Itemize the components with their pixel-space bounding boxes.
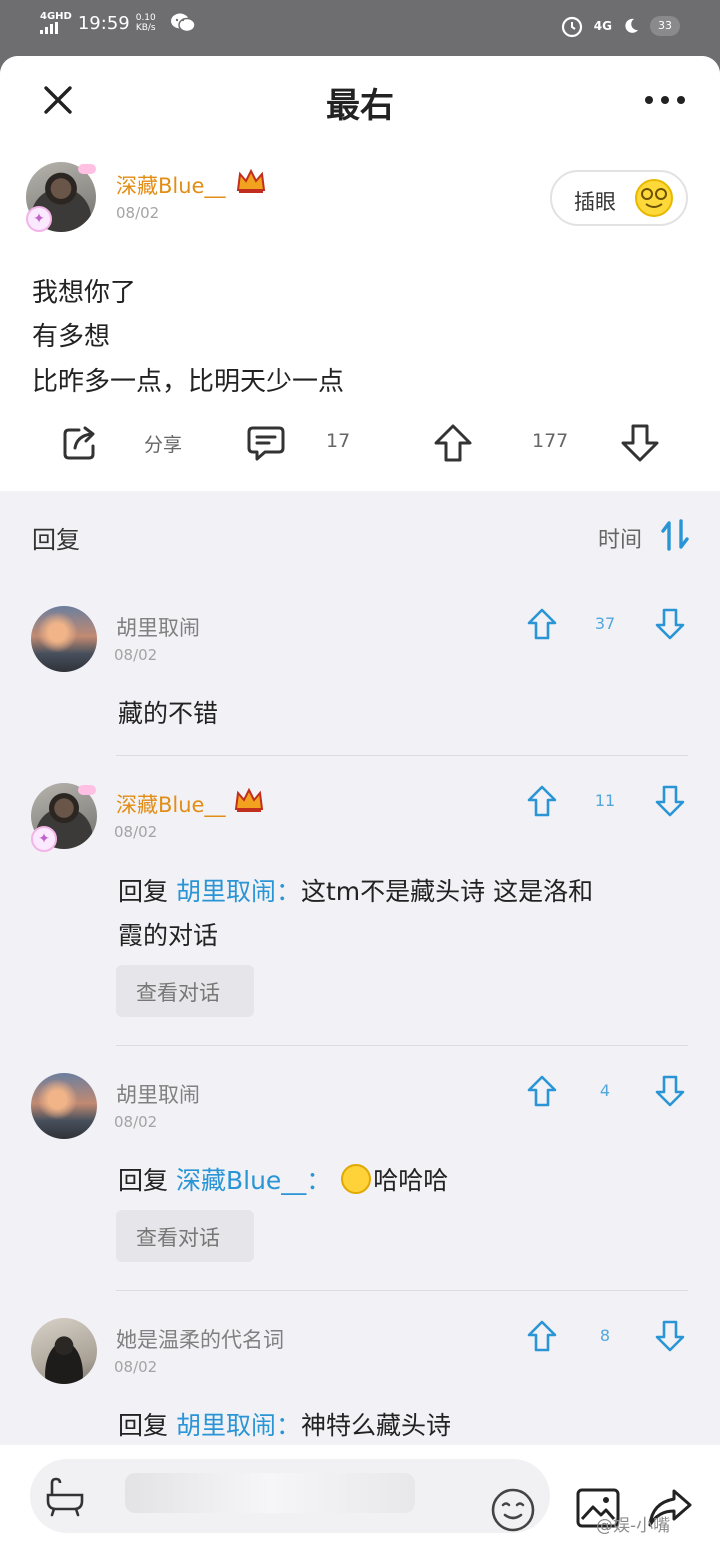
sort-label[interactable]: 时间 [598,522,642,554]
alarm-icon [561,16,582,38]
post-author-name[interactable]: 深藏Blue__ [116,170,225,200]
downvote-icon[interactable] [655,1320,685,1352]
reply-prefix: 回复 [118,877,169,906]
status-left: 4GHD 19:59 0.10 KB/s [40,12,196,34]
comment-avatar[interactable] [31,1073,97,1139]
unicorn-badge-icon: ✦ [26,206,52,232]
mention-separator: ： [275,1411,301,1440]
view-conversation-label: 查看对话 [136,1226,220,1250]
upvote-icon[interactable] [432,422,474,464]
mention-separator: ： [275,877,301,906]
poke-label: 插眼 [574,190,616,214]
vote-count: 4 [599,1081,611,1100]
upvote-icon[interactable] [527,785,557,817]
mention-link[interactable]: 胡里取闹 [176,1411,276,1440]
comment-date: 08/02 [114,1113,158,1131]
page-title: 最右 [326,86,394,126]
downvote-icon[interactable] [619,422,661,464]
battery-indicator: 33 [650,16,680,36]
network-right: 4G [593,19,612,33]
comment-text: 回复 胡里取闹：神特么藏头诗 [118,1406,451,1442]
bathtub-icon [46,1477,84,1517]
net-speed-value: 0.10 [135,13,156,23]
post-date: 08/02 [116,204,160,222]
vote-count: 11 [594,791,616,810]
comment-body: 哈哈哈 [373,1166,449,1195]
post-line-2: 有多想 [32,322,111,352]
comment-date: 08/02 [114,823,158,841]
comment-icon[interactable] [245,422,287,464]
poke-emoji-icon [635,179,673,217]
post-card: 最右 ✦ 深藏Blue__ 08/02 插眼 我想你了 有多想 比昨多一点，比明… [0,56,720,491]
comment-text-line2: 霞的对话 [118,921,219,950]
moon-icon [625,18,638,33]
comment-input[interactable] [30,1459,550,1533]
emoji-picker-icon[interactable] [490,1487,536,1533]
share-icon[interactable] [59,422,101,464]
poke-button[interactable]: 插眼 [550,170,688,226]
vote-count: 8 [599,1326,611,1345]
comment-body: 这tm不是藏头诗 这是洛和 [301,877,594,906]
avatar-ribbon [78,164,96,174]
wechat-icon [170,13,196,33]
vote-count: 37 [594,614,616,633]
comment-body: 神特么藏头诗 [301,1411,452,1440]
crown-icon [236,168,266,193]
net-speed-unit: KB/s [135,23,156,33]
comment-text: 藏的不错 [118,699,219,728]
upvote-count: 177 [532,430,569,452]
bottom-bar: @娱-小嘴 [0,1445,720,1544]
mention-link[interactable]: 深藏Blue__ [176,1166,306,1195]
share-label[interactable]: 分享 [144,430,182,457]
status-right: 4G 33 [560,14,680,38]
laughing-emoji-icon [341,1164,372,1194]
post-line-3: 比昨多一点，比明天少一点 [32,367,345,397]
upvote-icon[interactable] [527,1320,557,1352]
signal-indicator: 4GHD [40,12,72,34]
replies-title: 回复 [32,526,80,554]
sort-icon[interactable] [661,519,689,551]
avatar-ribbon [78,785,96,795]
input-placeholder-blur [125,1473,415,1513]
divider [116,755,688,756]
clock: 19:59 [77,12,130,34]
reply-prefix: 回复 [118,1166,169,1195]
downvote-icon[interactable] [655,1075,685,1107]
downvote-icon[interactable] [655,785,685,817]
mention-link[interactable]: 胡里取闹 [176,877,276,906]
status-bar: 4GHD 19:59 0.10 KB/s 4G 33 [0,0,720,56]
signal-bars-icon [40,22,58,34]
watermark: @娱-小嘴 [596,1516,671,1536]
comment-text: 回复 深藏Blue__： 哈哈哈 [118,1161,448,1197]
view-conversation-button[interactable]: 查看对话 [116,1210,254,1262]
post-line-1: 我想你了 [32,278,137,308]
comment-avatar[interactable] [31,1318,97,1384]
comment-author[interactable]: 她是温柔的代名词 [116,1324,284,1354]
comment-count: 17 [326,430,351,452]
net-speed: 0.10 KB/s [136,13,156,33]
comment-author[interactable]: 胡里取闹 [116,1079,200,1109]
downvote-icon[interactable] [655,608,685,640]
comment-avatar[interactable] [31,606,97,672]
mention-separator: ： [306,1166,332,1195]
network-type: 4GHD [40,11,72,22]
comment-date: 08/02 [114,646,158,664]
comment-author[interactable]: 胡里取闹 [116,612,200,642]
upvote-icon[interactable] [527,608,557,640]
more-icon[interactable] [642,90,688,110]
divider [116,1290,688,1291]
divider [116,1045,688,1046]
view-conversation-label: 查看对话 [136,981,220,1005]
reply-prefix: 回复 [118,1411,169,1440]
comment-sheet: 最右 ✦ 深藏Blue__ 08/02 插眼 我想你了 有多想 比昨多一点，比明… [0,56,720,1544]
unicorn-badge-icon: ✦ [31,826,57,852]
comment-author[interactable]: 深藏Blue__ [116,789,225,819]
comment-text: 回复 胡里取闹：这tm不是藏头诗 这是洛和 [118,872,593,908]
view-conversation-button[interactable]: 查看对话 [116,965,254,1017]
comment-date: 08/02 [114,1358,158,1376]
crown-icon [234,787,264,812]
upvote-icon[interactable] [527,1075,557,1107]
